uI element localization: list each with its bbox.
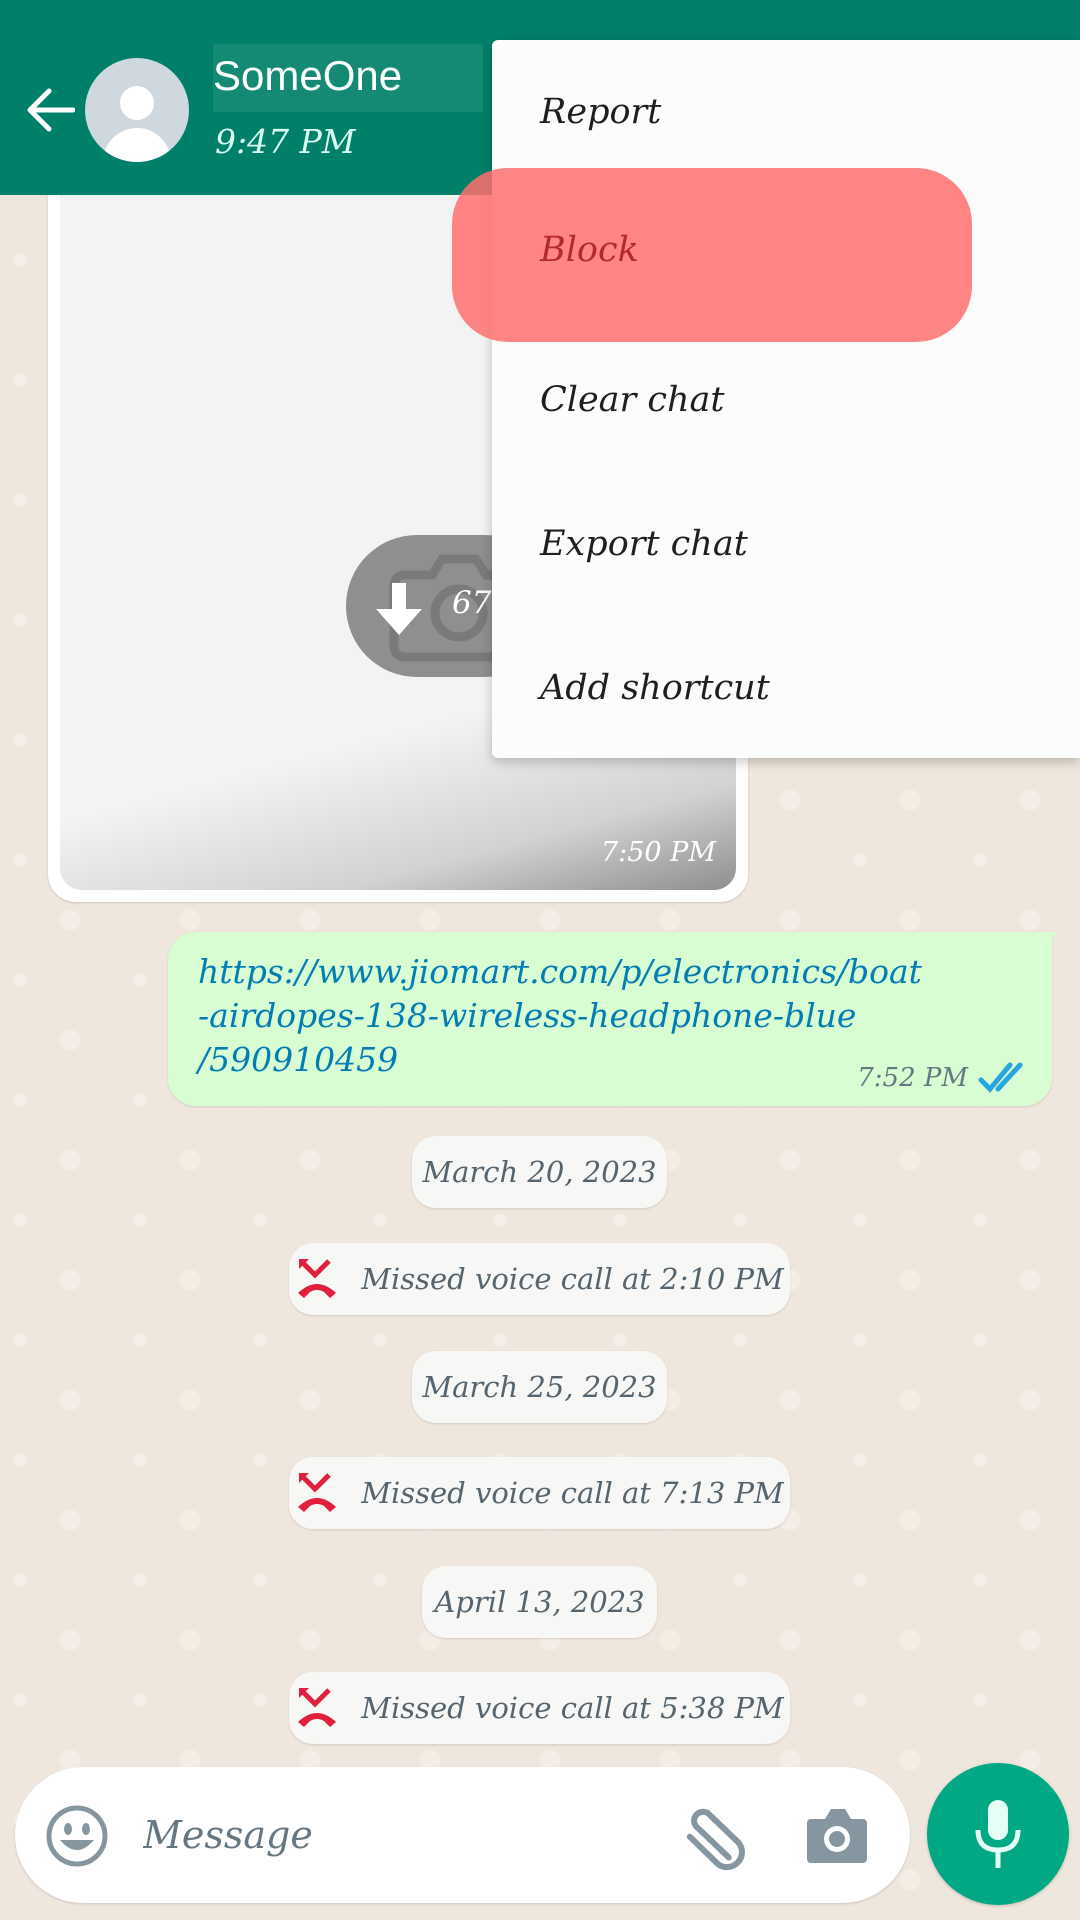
menu-item-label: Add shortcut [540,668,770,708]
avatar-silhouette [103,128,171,162]
last-seen: 9:47 PM [215,122,356,161]
double-check-icon [978,1062,1023,1093]
menu-item-block-label[interactable]: Block [540,230,639,270]
download-arrow-icon [376,583,422,635]
message-time: 7:52 PM [857,1063,968,1093]
date-divider: March 20, 2023 [412,1136,667,1208]
paperclip-icon[interactable] [675,1803,745,1873]
link-line: https://www.jiomart.com/p/electronics/bo… [198,952,922,991]
missed-call-notice[interactable]: Missed voice call at 7:13 PM [289,1457,790,1529]
menu-item-label: Clear chat [540,380,725,420]
missed-call-icon [298,1259,337,1298]
emoji-icon[interactable] [45,1804,109,1868]
microphone-icon [975,1800,1021,1868]
menu-item-block[interactable] [452,168,972,342]
missed-call-icon [298,1688,337,1727]
back-button[interactable] [22,80,78,140]
missed-call-label: Missed voice call at 5:38 PM [361,1691,784,1725]
date-divider: April 13, 2023 [422,1566,657,1638]
contact-avatar[interactable] [85,58,189,162]
message-input[interactable] [143,1797,663,1873]
arrow-left-icon [27,88,75,132]
message-composer [15,1767,910,1903]
date-label: March 20, 2023 [422,1155,657,1189]
missed-call-notice[interactable]: Missed voice call at 2:10 PM [289,1243,790,1315]
missed-call-icon [298,1473,337,1512]
overflow-menu: Report Clear chat Export chat Add shortc… [492,40,1080,758]
menu-item-clear-chat[interactable]: Clear chat [492,328,1080,472]
missed-call-notice[interactable]: Missed voice call at 5:38 PM [289,1672,790,1744]
date-label: April 13, 2023 [434,1585,645,1619]
camera-icon[interactable] [805,1805,869,1865]
message-time: 7:50 PM [600,837,716,868]
menu-item-label: Export chat [540,524,748,564]
missed-call-label: Missed voice call at 7:13 PM [361,1476,784,1510]
menu-item-label: Report [540,92,662,132]
missed-call-label: Missed voice call at 2:10 PM [361,1262,784,1296]
date-label: March 25, 2023 [422,1370,657,1404]
voice-record-button[interactable] [927,1763,1069,1905]
menu-item-report[interactable]: Report [492,40,1080,184]
menu-item-add-shortcut[interactable]: Add shortcut [492,616,1080,760]
default-avatar-icon [120,86,154,120]
link-message-bubble[interactable]: https://www.jiomart.com/p/electronics/bo… [168,932,1052,1106]
message-meta: 7:52 PM [857,1062,1028,1094]
menu-item-export-chat[interactable]: Export chat [492,472,1080,616]
link-line: -airdopes-138-wireless-headphone-blue [198,996,857,1035]
date-divider: March 25, 2023 [412,1351,667,1423]
contact-name[interactable]: SomeOne [213,52,402,100]
